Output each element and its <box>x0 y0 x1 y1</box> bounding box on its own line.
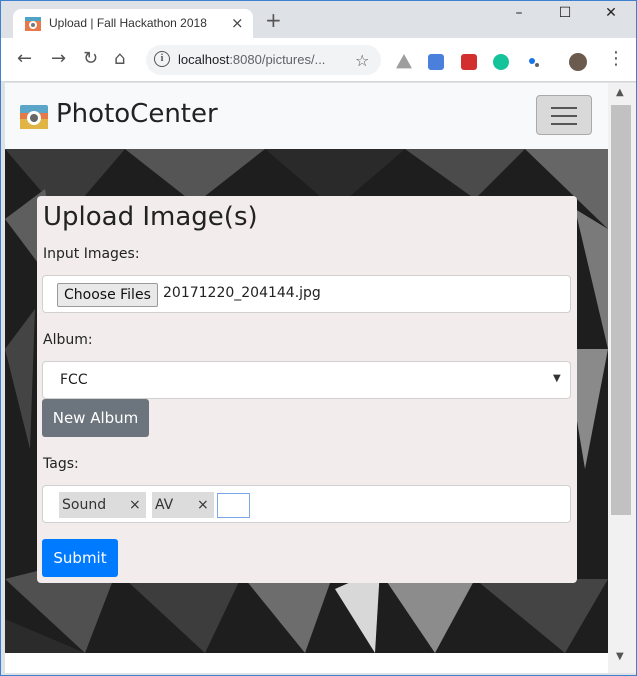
new-tag-input[interactable] <box>217 493 250 518</box>
bookmark-star-icon[interactable]: ☆ <box>355 51 369 70</box>
translate-icon[interactable] <box>428 54 444 70</box>
album-label: Album: <box>43 332 93 348</box>
tab-close-icon[interactable]: × <box>231 14 244 32</box>
browser-menu-icon[interactable]: ⋮ <box>607 49 625 69</box>
tag-chip: AV × <box>152 492 214 518</box>
minimize-button[interactable]: – <box>499 5 539 21</box>
submit-button[interactable]: Submit <box>42 539 118 577</box>
maximize-button[interactable]: ☐ <box>545 5 585 21</box>
profile-avatar[interactable] <box>569 53 587 71</box>
browser-window: Upload | Fall Hackathon 2018 × + – ☐ ✕ ←… <box>0 0 637 676</box>
choose-files-button[interactable]: Choose Files <box>57 283 158 307</box>
browser-toolbar: ← → ↻ ⌂ i localhost:8080/pictures/... ☆ … <box>1 38 636 82</box>
album-selected-value: FCC <box>60 372 88 388</box>
upload-card: Upload Image(s) Input Images: Choose Fil… <box>37 196 577 583</box>
tag-chip: Sound × <box>59 492 146 518</box>
site-navbar: PhotoCenter <box>5 83 608 149</box>
photo-favicon-icon <box>25 17 41 31</box>
tag-label: AV <box>155 497 174 513</box>
navbar-toggler-button[interactable] <box>536 95 592 135</box>
lastpass-icon[interactable] <box>461 54 477 70</box>
tab-upload[interactable]: Upload | Fall Hackathon 2018 × <box>13 9 253 38</box>
scroll-down-icon[interactable]: ▼ <box>616 651 624 662</box>
tag-label: Sound <box>62 497 107 513</box>
grammarly-icon[interactable] <box>493 54 509 70</box>
forward-button[interactable]: → <box>51 49 66 69</box>
tag-remove-icon[interactable]: × <box>197 492 209 518</box>
new-tab-button[interactable]: + <box>265 10 282 30</box>
reload-button[interactable]: ↻ <box>83 49 98 69</box>
hamburger-line <box>551 107 577 109</box>
new-album-button[interactable]: New Album <box>42 399 149 437</box>
page-footer <box>5 653 608 673</box>
tab-strip: Upload | Fall Hackathon 2018 × + – ☐ ✕ <box>1 1 636 38</box>
selected-file-name: 20171220_204144.jpg <box>163 285 321 301</box>
file-input[interactable]: Choose Files 20171220_204144.jpg <box>42 275 571 313</box>
scroll-up-icon[interactable]: ▲ <box>616 87 624 98</box>
extension-icon[interactable] <box>526 54 542 70</box>
address-bar[interactable]: i localhost:8080/pictures/... <box>146 45 381 75</box>
drive-icon[interactable] <box>396 54 412 69</box>
tag-remove-icon[interactable]: × <box>129 492 141 518</box>
url-text: localhost:8080/pictures/... <box>178 52 326 67</box>
hamburger-line <box>551 123 577 125</box>
dropdown-caret-icon: ▼ <box>553 373 561 384</box>
info-icon[interactable]: i <box>154 51 170 67</box>
back-button[interactable]: ← <box>17 49 32 69</box>
page-scrollbar[interactable]: ▲ ▼ <box>608 83 636 673</box>
tab-title: Upload | Fall Hackathon 2018 <box>49 16 207 30</box>
tags-input[interactable]: Sound × AV × <box>42 485 571 523</box>
close-window-button[interactable]: ✕ <box>591 5 631 21</box>
page-viewport: PhotoCenter Upload Image(s) Input Images… <box>5 83 608 673</box>
scrollbar-thumb[interactable] <box>611 105 631 515</box>
photocenter-logo-icon <box>20 105 48 129</box>
album-select[interactable]: FCC ▼ <box>42 361 571 399</box>
page-title: Upload Image(s) <box>43 202 258 232</box>
tags-label: Tags: <box>43 456 79 472</box>
brand-title[interactable]: PhotoCenter <box>56 99 218 129</box>
home-button[interactable]: ⌂ <box>114 49 125 69</box>
input-images-label: Input Images: <box>43 246 140 262</box>
hamburger-line <box>551 115 577 117</box>
